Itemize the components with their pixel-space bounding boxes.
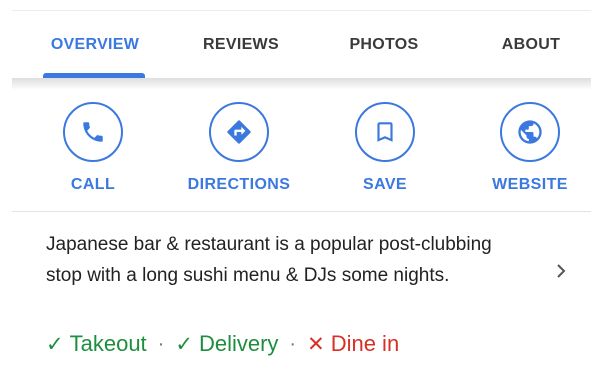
tab-about[interactable]: ABOUT — [486, 11, 576, 79]
service-delivery: ✓ Delivery — [175, 331, 278, 357]
chevron-right-icon[interactable] — [553, 263, 569, 279]
separator-dot: · — [157, 332, 165, 355]
directions-label: DIRECTIONS — [187, 176, 291, 193]
place-description[interactable]: Japanese bar & restaurant is a popular p… — [46, 229, 526, 291]
section-divider — [12, 211, 591, 212]
website-label: WEBSITE — [492, 176, 568, 193]
place-tabs: OVERVIEW REVIEWS PHOTOS ABOUT — [12, 11, 591, 79]
quick-actions: CALL DIRECTIONS SAVE WEBSITE — [12, 90, 591, 212]
separator-dot: · — [289, 332, 297, 355]
tab-reviews[interactable]: REVIEWS — [187, 11, 295, 79]
service-options: ✓ Takeout · ✓ Delivery · ✕ Dine in — [46, 329, 399, 359]
check-icon: ✓ — [46, 332, 64, 356]
directions-circle — [209, 102, 269, 162]
bookmark-icon — [377, 122, 393, 142]
tabs-shadow — [12, 78, 591, 90]
tab-overview[interactable]: OVERVIEW — [44, 11, 146, 79]
save-button[interactable]: SAVE — [315, 90, 455, 212]
tab-photos[interactable]: PHOTOS — [336, 11, 432, 79]
service-takeout: ✓ Takeout — [46, 331, 147, 357]
cross-icon: ✕ — [307, 332, 325, 356]
call-circle — [63, 102, 123, 162]
service-dine-in: ✕ Dine in — [307, 331, 399, 357]
website-button[interactable]: WEBSITE — [460, 90, 600, 212]
globe-icon — [518, 120, 542, 144]
service-label: Delivery — [198, 331, 279, 356]
call-label: CALL — [70, 176, 116, 193]
directions-button[interactable]: DIRECTIONS — [169, 90, 309, 212]
service-label: Takeout — [69, 331, 147, 356]
check-icon: ✓ — [175, 332, 193, 356]
directions-icon — [227, 120, 251, 144]
phone-icon — [83, 122, 103, 142]
website-circle — [500, 102, 560, 162]
save-circle — [355, 102, 415, 162]
call-button[interactable]: CALL — [23, 90, 163, 212]
service-label: Dine in — [330, 331, 400, 356]
save-label: SAVE — [363, 176, 407, 193]
